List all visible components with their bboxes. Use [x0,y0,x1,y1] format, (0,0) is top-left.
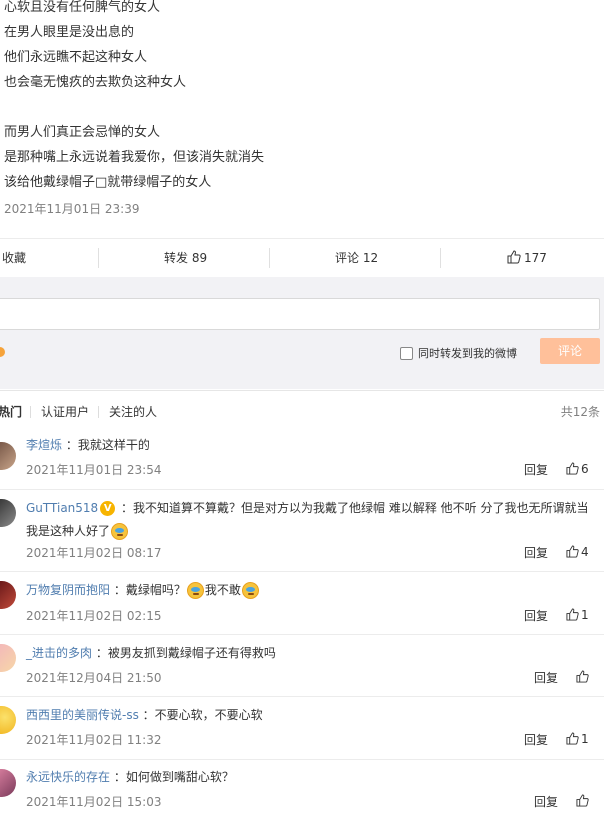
comment-item: 李煊烁 ：我就这样干的 2021年11月01日 23:54 回复 6 [0,433,604,490]
repost-button[interactable]: 转发 89 [164,239,207,277]
post-line: 心软且没有任何脾气的女人 [4,0,161,15]
comment-text: 如何做到嘴甜心软？ [125,770,234,784]
comment-timestamp: 2021年11月02日 08:17 [26,546,162,560]
comment-composer: 同时转发到我的微博 评论 [0,277,604,389]
laugh-cry-emoji-icon [111,523,129,540]
filter-divider [98,406,99,418]
comment-text: 被男友抓到戴绿帽子还有得救吗 [107,646,276,660]
filter-tab-hot[interactable]: 热门 [0,391,22,433]
post-line: 在男人眼里是没出息的 [4,25,135,40]
comment-item: GuTTian518 V ：我不知道算不算戴？但是对方以为我戴了他绿帽 难以解释 … [0,490,604,572]
comment-username[interactable]: 西西里的美丽传说-ss [26,708,139,722]
repost-checkbox-label[interactable]: 同时转发到我的微博 [418,345,517,361]
comment-filter-bar: 热门 认证用户 关注的人 共12条 [0,390,604,434]
verified-badge-icon: V [100,501,116,516]
reply-button[interactable]: 回复 [524,607,548,624]
reply-button[interactable]: 回复 [524,731,548,748]
comment-text: 戴绿帽吗？ [125,583,186,597]
avatar[interactable] [0,706,16,734]
comment-username[interactable]: 万物复阴而抱阳 [26,583,110,597]
comment-button[interactable]: 评论 12 [335,239,378,277]
comment-content: 李煊烁 ：我就这样干的 [26,438,150,452]
like-count: 177 [524,251,547,265]
comment-like-button[interactable] [576,670,591,684]
comment-timestamp: 2021年11月01日 23:54 [26,463,162,477]
comment-item: 万物复阴而抱阳 ：戴绿帽吗？ 我不敢 2021年11月02日 02:15 回复 1 [0,572,604,635]
avatar[interactable] [0,581,16,609]
comment-username[interactable]: _进击的多肉 [26,646,92,660]
thumbs-up-icon [576,670,589,683]
action-divider [269,248,270,268]
reply-button[interactable]: 回复 [524,461,548,478]
post-timestamp: 2021年11月01日 23:39 [4,202,140,216]
thumbs-up-icon [507,250,521,264]
comment-item: _进击的多肉 ：被男友抓到戴绿帽子还有得救吗 2021年12月04日 21:50… [0,635,604,697]
filter-tab-verified[interactable]: 认证用户 [41,391,89,433]
reply-button[interactable]: 回复 [524,544,548,561]
action-divider [440,248,441,268]
comment-like-count: 4 [581,545,589,559]
post-action-bar: 收藏 转发 89 评论 12 177 [0,238,604,278]
laugh-cry-emoji-icon [241,582,259,599]
comment-content: _进击的多肉 ：被男友抓到戴绿帽子还有得救吗 [26,646,276,660]
filter-tab-following[interactable]: 关注的人 [109,391,157,433]
laugh-cry-emoji-icon [186,582,204,599]
comment-like-count: 6 [581,462,589,476]
comment-input[interactable] [0,298,600,330]
comment-username[interactable]: GuTTian518 [26,501,98,515]
comment-timestamp: 2021年11月02日 02:15 [26,609,162,623]
post-line: 是那种嘴上永远说着我爱你，但该消失就消失 [4,150,265,165]
comment-like-button[interactable]: 6 [566,462,589,476]
thumbs-up-icon [566,462,579,475]
comment-timestamp: 2021年11月02日 15:03 [26,795,162,809]
comment-like-button[interactable]: 4 [566,545,589,559]
submit-comment-button[interactable]: 评论 [540,338,600,364]
comment-text: 不要心软，不要心软 [154,708,263,722]
favorite-button[interactable]: 收藏 [2,239,26,277]
comment-like-button[interactable]: 1 [566,608,589,622]
comment-content: GuTTian518 V ：我不知道算不算戴？但是对方以为我戴了他绿帽 难以解释 … [26,501,589,540]
avatar[interactable] [0,442,16,470]
comment-timestamp: 2021年12月04日 21:50 [26,671,162,685]
comment-timestamp: 2021年11月02日 11:32 [26,733,162,747]
emoji-icon[interactable] [0,347,5,357]
repost-checkbox[interactable] [400,347,413,360]
thumbs-up-icon [566,545,579,558]
avatar[interactable] [0,769,16,797]
post-line: 而男人们真正会忌惮的女人 [4,125,161,140]
comment-username[interactable]: 李煊烁 [26,438,62,452]
comment-like-button[interactable]: 1 [566,732,589,746]
comment-like-count: 1 [581,732,589,746]
comment-content: 万物复阴而抱阳 ：戴绿帽吗？ 我不敢 [26,579,600,602]
post-line: 也会毫无愧疚的去欺负这种女人 [4,75,187,90]
comment-content: 西西里的美丽传说-ss ：不要心软，不要心软 [26,708,263,722]
comment-text-continued: 我不敢 [204,583,241,597]
reply-button[interactable]: 回复 [534,793,558,810]
thumbs-up-icon [566,608,579,621]
comment-like-count: 1 [581,608,589,622]
filter-divider [30,406,31,418]
post-line: 该给他戴绿帽子□就带绿帽子的女人 [4,175,212,190]
comment-content: 永远快乐的存在 ：如何做到嘴甜心软？ [26,770,234,784]
action-divider [98,248,99,268]
comment-text: 我就这样干的 [77,438,150,452]
avatar[interactable] [0,499,16,527]
comment-item: 西西里的美丽传说-ss ：不要心软，不要心软 2021年11月02日 11:32… [0,697,604,760]
comment-item: 永远快乐的存在 ：如何做到嘴甜心软？ 2021年11月02日 15:03 回复 [0,760,604,820]
post-line: 他们永远瞧不起这种女人 [4,50,148,65]
like-button[interactable]: 177 [507,239,547,277]
comment-total: 共12条 [560,405,600,419]
comment-username[interactable]: 永远快乐的存在 [26,770,110,784]
reply-button[interactable]: 回复 [534,669,558,686]
thumbs-up-icon [576,794,589,807]
avatar[interactable] [0,644,16,672]
thumbs-up-icon [566,732,579,745]
comment-like-button[interactable] [576,794,591,808]
